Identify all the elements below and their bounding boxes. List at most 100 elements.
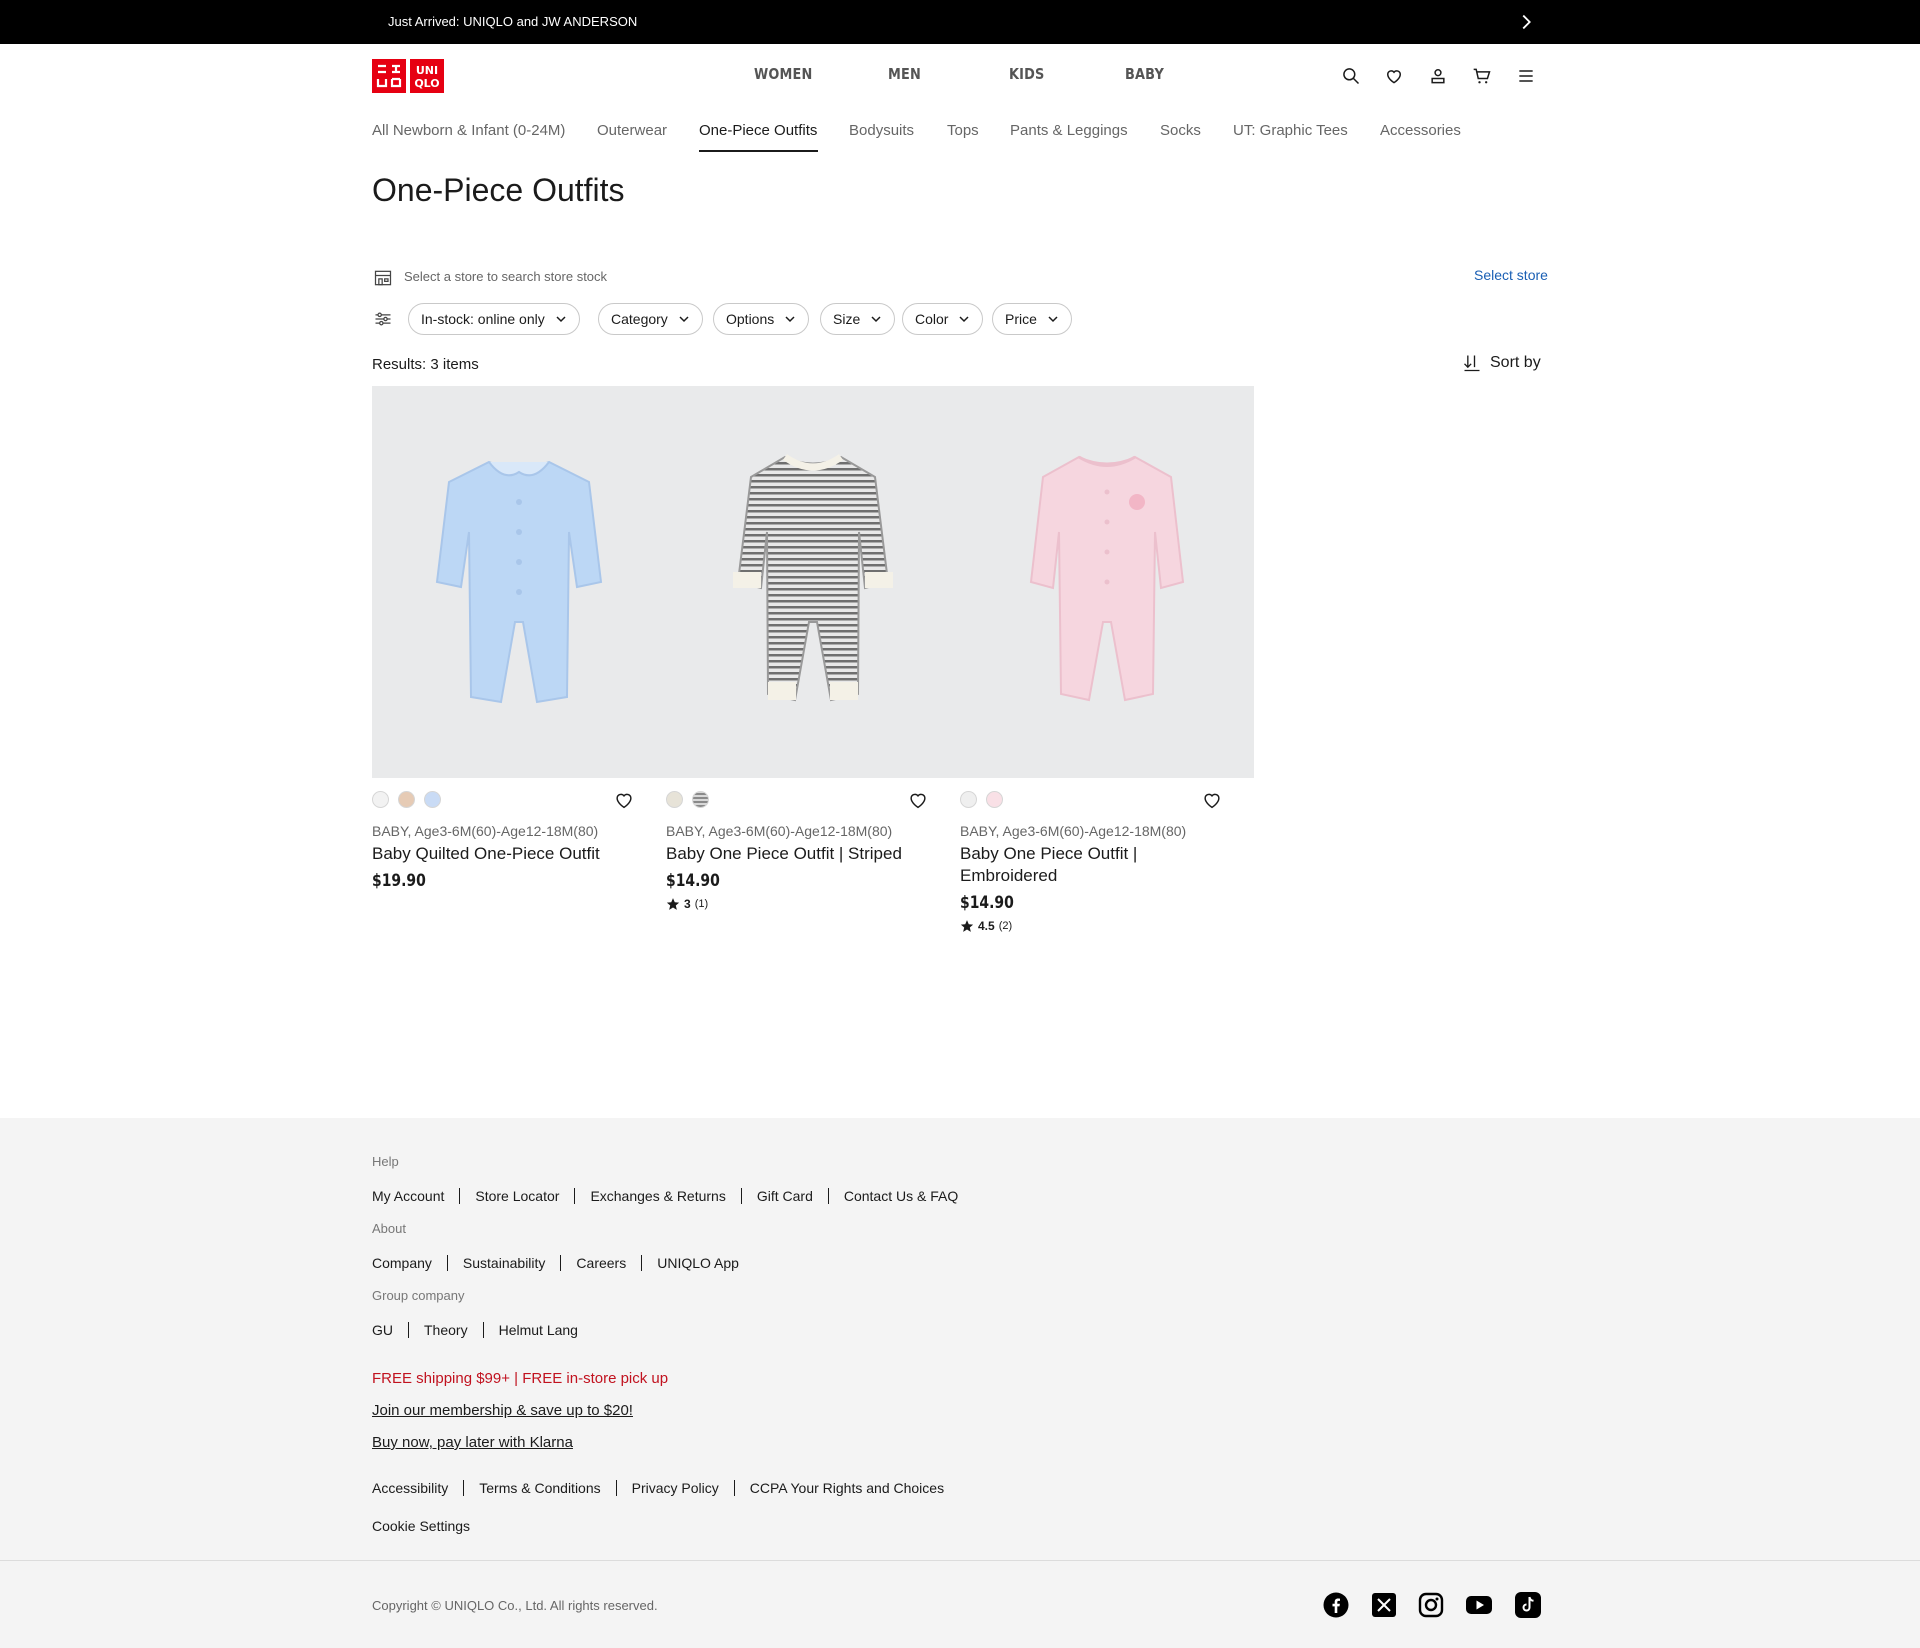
footer-ccpa[interactable]: CCPA Your Rights and Choices <box>750 1480 944 1496</box>
nav-baby[interactable]: BABY <box>1125 65 1164 83</box>
product-meta: BABY, Age3-6M(60)-Age12-18M(80) <box>960 823 1187 839</box>
sort-by-label: Sort by <box>1490 354 1541 371</box>
filter-price[interactable]: Price <box>992 303 1072 335</box>
footer <box>0 1118 1920 1648</box>
subnav-bodysuits[interactable]: Bodysuits <box>849 122 914 139</box>
nav-women[interactable]: WOMEN <box>754 65 813 83</box>
youtube-icon[interactable] <box>1466 1592 1492 1618</box>
nav-men[interactable]: MEN <box>888 65 921 83</box>
cart-icon[interactable] <box>1470 64 1494 88</box>
footer-company[interactable]: Company <box>372 1255 432 1271</box>
product-name[interactable]: Baby One Piece Outfit | Striped <box>666 843 926 865</box>
logo-qlo: UNI QLO <box>410 59 444 93</box>
star-icon <box>666 898 680 910</box>
footer-helmut-lang[interactable]: Helmut Lang <box>499 1322 578 1338</box>
promo-text[interactable]: Just Arrived: UNIQLO and JW ANDERSON <box>388 14 637 29</box>
footer-theory[interactable]: Theory <box>424 1322 468 1338</box>
subnav-socks[interactable]: Socks <box>1160 122 1201 139</box>
color-swatch[interactable] <box>986 791 1003 808</box>
footer-contact-faq[interactable]: Contact Us & FAQ <box>844 1188 958 1204</box>
footer-careers[interactable]: Careers <box>576 1255 626 1271</box>
color-swatch[interactable] <box>398 791 415 808</box>
subnav-all-newborn[interactable]: All Newborn & Infant (0-24M) <box>372 122 565 139</box>
favorite-heart-icon[interactable] <box>907 789 929 811</box>
embroidered-onepiece-image <box>1029 455 1185 702</box>
subnav-tops[interactable]: Tops <box>947 122 979 139</box>
rating-value: 4.5 <box>978 919 995 933</box>
filter-size[interactable]: Size <box>820 303 896 335</box>
product-meta: BABY, Age3-6M(60)-Age12-18M(80) <box>666 823 893 839</box>
chevron-down-icon <box>785 316 795 323</box>
footer-divider <box>0 1560 1920 1561</box>
product-name[interactable]: Baby Quilted One-Piece Outfit <box>372 843 632 865</box>
filter-category-label: Category <box>611 311 668 327</box>
footer-my-account[interactable]: My Account <box>372 1188 444 1204</box>
footer-gift-card[interactable]: Gift Card <box>757 1188 813 1204</box>
store-stock-text: Select a store to search store stock <box>404 269 608 284</box>
filter-color[interactable]: Color <box>902 303 984 335</box>
product-rating[interactable]: 3 (1) <box>666 897 708 911</box>
filter-options[interactable]: Options <box>713 303 810 335</box>
footer-store-locator[interactable]: Store Locator <box>475 1188 559 1204</box>
user-icon[interactable] <box>1426 64 1450 88</box>
favorite-heart-icon[interactable] <box>613 789 635 811</box>
facebook-icon[interactable] <box>1323 1592 1349 1618</box>
footer-help-links: My Account Store Locator Exchanges & Ret… <box>372 1188 958 1204</box>
product-rating[interactable]: 4.5 (2) <box>960 919 1012 933</box>
product-image[interactable] <box>372 386 666 778</box>
store-icon <box>373 268 393 288</box>
color-swatch[interactable] <box>424 791 441 808</box>
favorite-heart-icon[interactable] <box>1201 789 1223 811</box>
footer-shipping-promo[interactable]: FREE shipping $99+ | FREE in-store pick … <box>372 1370 668 1387</box>
product-name[interactable]: Baby One Piece Outfit | Embroidered <box>960 843 1180 887</box>
footer-terms[interactable]: Terms & Conditions <box>479 1480 600 1496</box>
promo-bar[interactable]: Just Arrived: UNIQLO and JW ANDERSON <box>0 0 1920 44</box>
footer-exchanges-returns[interactable]: Exchanges & Returns <box>590 1188 725 1204</box>
product-meta: BABY, Age3-6M(60)-Age12-18M(80) <box>372 823 599 839</box>
select-store-link[interactable]: Select store <box>1474 267 1548 283</box>
uniqlo-logo[interactable]: UNI QLO <box>372 59 448 93</box>
filter-size-label: Size <box>833 311 861 327</box>
sort-by-button[interactable]: Sort by <box>1462 353 1541 373</box>
chevron-down-icon <box>959 316 969 323</box>
product-price: $19.90 <box>372 871 426 891</box>
filter-price-label: Price <box>1005 311 1037 327</box>
filter-in-stock[interactable]: In-stock: online only <box>408 303 580 335</box>
color-swatch[interactable] <box>960 791 977 808</box>
subnav-graphic-tees[interactable]: UT: Graphic Tees <box>1233 122 1348 139</box>
footer-cookie-row: Cookie Settings <box>372 1518 470 1534</box>
chevron-right-icon[interactable] <box>1515 11 1537 33</box>
product-image[interactable] <box>960 386 1254 778</box>
x-icon[interactable] <box>1371 1592 1397 1618</box>
color-swatch[interactable] <box>372 791 389 808</box>
filter-sliders-icon[interactable] <box>373 309 393 329</box>
subnav-one-piece-outfits[interactable]: One-Piece Outfits <box>699 122 817 139</box>
nav-kids[interactable]: KIDS <box>1009 65 1044 83</box>
footer-klarna-link[interactable]: Buy now, pay later with Klarna <box>372 1434 573 1451</box>
search-icon[interactable] <box>1339 64 1363 88</box>
filter-category[interactable]: Category <box>598 303 703 335</box>
footer-uniqlo-app[interactable]: UNIQLO App <box>657 1255 739 1271</box>
subnav-outerwear[interactable]: Outerwear <box>597 122 667 139</box>
subnav-accessories[interactable]: Accessories <box>1380 122 1461 139</box>
footer-accessibility[interactable]: Accessibility <box>372 1480 448 1496</box>
filter-in-stock-label: In-stock: online only <box>421 311 545 327</box>
footer-membership-link[interactable]: Join our membership & save up to $20! <box>372 1402 633 1419</box>
footer-sustainability[interactable]: Sustainability <box>463 1255 546 1271</box>
tiktok-icon[interactable] <box>1515 1592 1541 1618</box>
heart-icon[interactable] <box>1382 64 1406 88</box>
color-swatch[interactable] <box>666 791 683 808</box>
logo-line1: UNI <box>416 64 438 77</box>
chevron-down-icon <box>871 316 881 323</box>
footer-gu[interactable]: GU <box>372 1322 393 1338</box>
footer-legal-links: Accessibility Terms & Conditions Privacy… <box>372 1480 944 1496</box>
subnav-pants-leggings[interactable]: Pants & Leggings <box>1010 122 1128 139</box>
instagram-icon[interactable] <box>1418 1592 1444 1618</box>
color-swatch[interactable] <box>692 791 709 808</box>
footer-cookie-settings[interactable]: Cookie Settings <box>372 1518 470 1534</box>
filter-options-label: Options <box>726 311 775 327</box>
chevron-down-icon <box>679 316 689 323</box>
footer-privacy[interactable]: Privacy Policy <box>632 1480 719 1496</box>
menu-icon[interactable] <box>1514 64 1538 88</box>
product-image[interactable] <box>666 386 960 778</box>
